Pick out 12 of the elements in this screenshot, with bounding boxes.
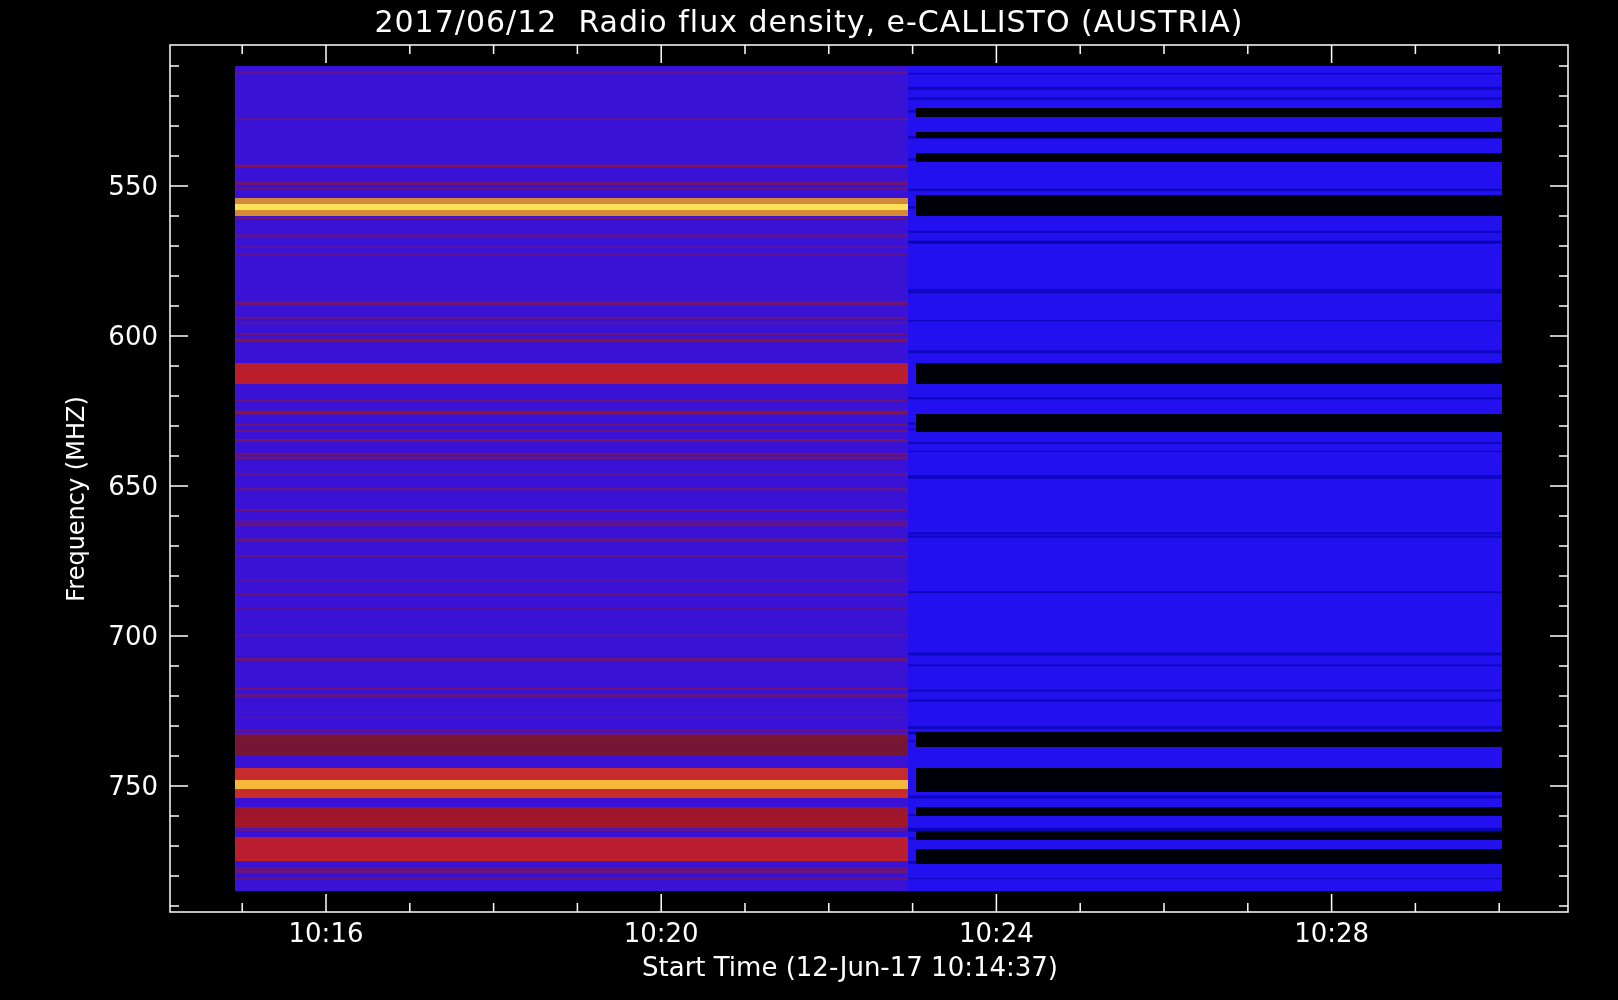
tick-label: 550 <box>108 171 158 201</box>
axis-label: Start Time (12-Jun-17 10:14:37) <box>642 952 1058 982</box>
tick-label: 750 <box>108 771 158 801</box>
tick-label: 700 <box>108 621 158 651</box>
chart-title: 2017/06/12 Radio flux density, e-CALLISTO (AUSTRIA) <box>373 2 1245 41</box>
tick-label: 10:16 <box>288 918 364 948</box>
tick-label: 10:24 <box>958 918 1034 948</box>
tick-label: 10:28 <box>1294 918 1370 948</box>
tick-label: 600 <box>108 321 158 351</box>
tick-label: 650 <box>108 471 158 501</box>
axis-label: Frequency (MHZ) <box>62 396 90 602</box>
tick-label: 10:20 <box>623 918 699 948</box>
